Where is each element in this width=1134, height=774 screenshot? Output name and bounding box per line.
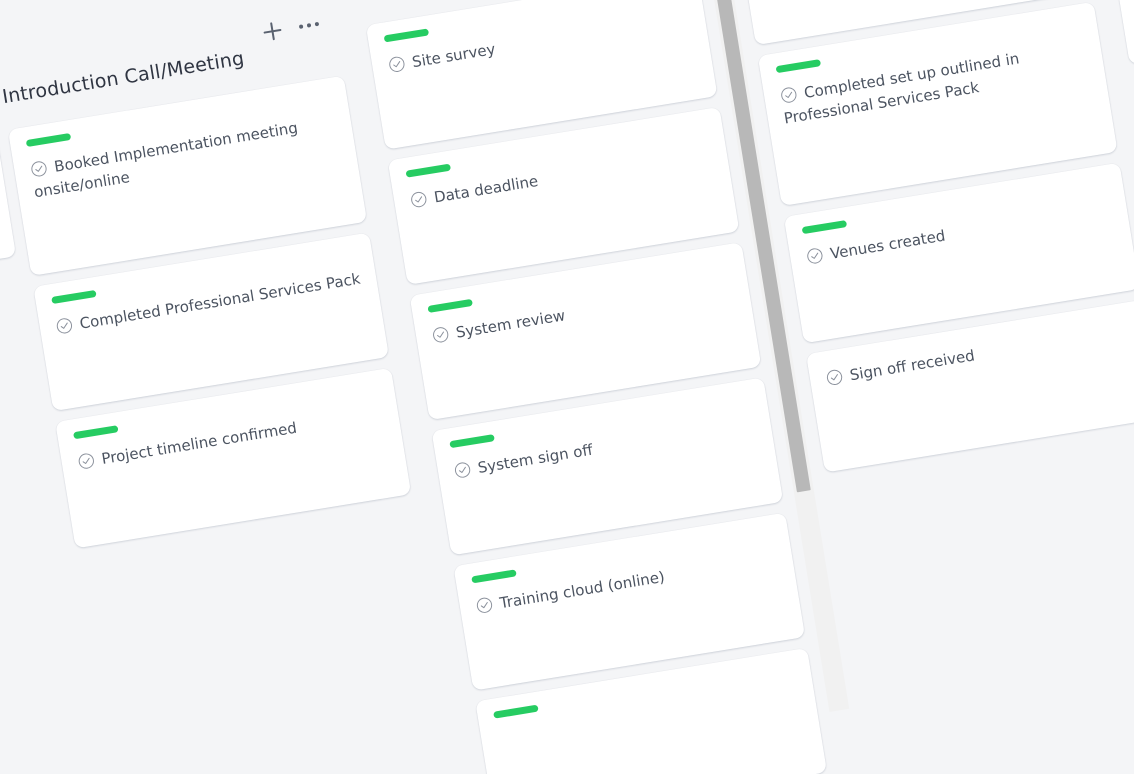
card-title: System sign off	[476, 440, 594, 477]
board-column-introduction-call-meeting: Introduction Call/Meeting Booked Impleme…	[0, 21, 413, 559]
check-circle-icon	[453, 460, 472, 479]
board-viewport: Introduction Call/Meeting Booked Impleme…	[0, 0, 1134, 774]
check-circle-icon	[475, 596, 494, 615]
check-circle-icon	[387, 55, 406, 74]
card-label-green	[383, 28, 430, 43]
card-label-green	[405, 163, 452, 178]
card-title	[496, 683, 796, 732]
check-circle-icon	[55, 316, 74, 335]
card-title: Project timeline confirmed	[100, 418, 299, 468]
board-column-timeline: Timeline Site survey Data	[358, 0, 829, 774]
card-label-green	[801, 220, 848, 235]
card-title: Site survey	[410, 40, 497, 72]
check-circle-icon	[409, 190, 428, 209]
card-label-green	[51, 289, 97, 305]
check-circle-icon	[77, 451, 96, 470]
check-circle-icon	[805, 246, 824, 265]
card-title: System review	[454, 306, 567, 342]
check-circle-icon	[825, 368, 844, 387]
card-title: Data deadline	[432, 171, 540, 207]
check-circle-icon	[431, 325, 450, 344]
card-title: Training cloud (online)	[498, 567, 666, 613]
card-title: Venues created	[828, 226, 947, 263]
card-label-green	[73, 425, 119, 440]
card-title: Sign off received	[848, 346, 976, 385]
card-title: Completed Professional Services Pack	[78, 269, 362, 333]
card-label-green	[471, 569, 517, 584]
card[interactable]	[1105, 0, 1134, 65]
more-dots-icon[interactable]	[298, 21, 320, 29]
card-title: Booked Implementation meeting onsite/onl…	[32, 118, 299, 202]
add-card-icon[interactable]	[262, 21, 283, 42]
check-circle-icon	[779, 85, 798, 104]
card-label-green	[449, 434, 495, 449]
card-label-green	[775, 59, 822, 74]
kanban-board: Introduction Call/Meeting Booked Impleme…	[0, 0, 1134, 774]
card-label-green	[25, 132, 72, 148]
card-label-green	[427, 298, 473, 313]
card-label-green	[493, 704, 539, 719]
column-title: Timeline	[359, 0, 444, 4]
check-circle-icon	[29, 159, 48, 178]
